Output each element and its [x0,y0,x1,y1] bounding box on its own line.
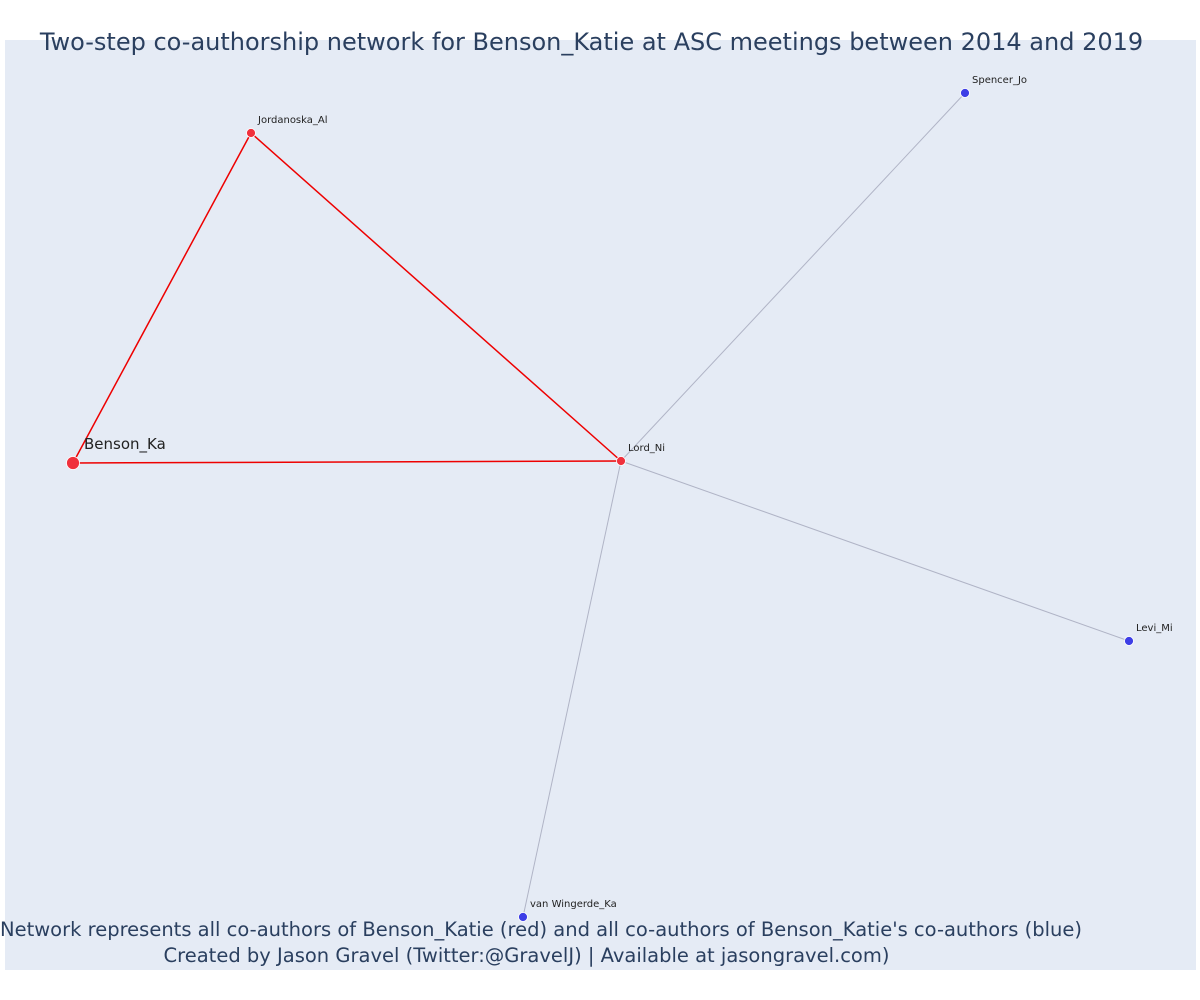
node-benson-ka[interactable] [66,456,80,470]
node-label-van-wingerde-ka: van Wingerde_Ka [530,899,617,910]
node-lord-ni[interactable] [616,456,626,466]
edges-layer [72,92,1130,918]
network-graph: Benson_Ka Jordanoska_Al Lord_Ni Spencer_Jo L… [66,75,1173,922]
edge-lord-ni-spencer-jo [620,92,966,462]
caption-line-2: Created by Jason Gravel (Twitter:@Gravel… [163,944,890,967]
node-label-spencer-jo: Spencer_Jo [972,75,1027,86]
edge-lord-ni-levi-mi [620,460,1130,642]
edge-benson-ka-lord-ni [72,460,622,464]
node-label-benson-ka: Benson_Ka [84,435,166,454]
edge-jordanoska-al-lord-ni [250,132,622,462]
node-spencer-jo[interactable] [960,88,970,98]
caption-line-1: Network represents all co-authors of Ben… [0,918,1082,941]
nodes-layer [66,88,1134,922]
labels-layer: Benson_Ka Jordanoska_Al Lord_Ni Spencer_Jo L… [84,75,1173,910]
chart-title: Two-step co-authorship network for Benso… [39,28,1144,56]
node-jordanoska-al[interactable] [246,128,256,138]
node-levi-mi[interactable] [1124,636,1134,646]
node-label-jordanoska-al: Jordanoska_Al [257,115,328,126]
edge-benson-ka-jordanoska-al [72,132,252,464]
edge-lord-ni-van-wingerde-ka [522,460,622,918]
node-label-levi-mi: Levi_Mi [1136,623,1173,634]
node-label-lord-ni: Lord_Ni [628,443,665,454]
